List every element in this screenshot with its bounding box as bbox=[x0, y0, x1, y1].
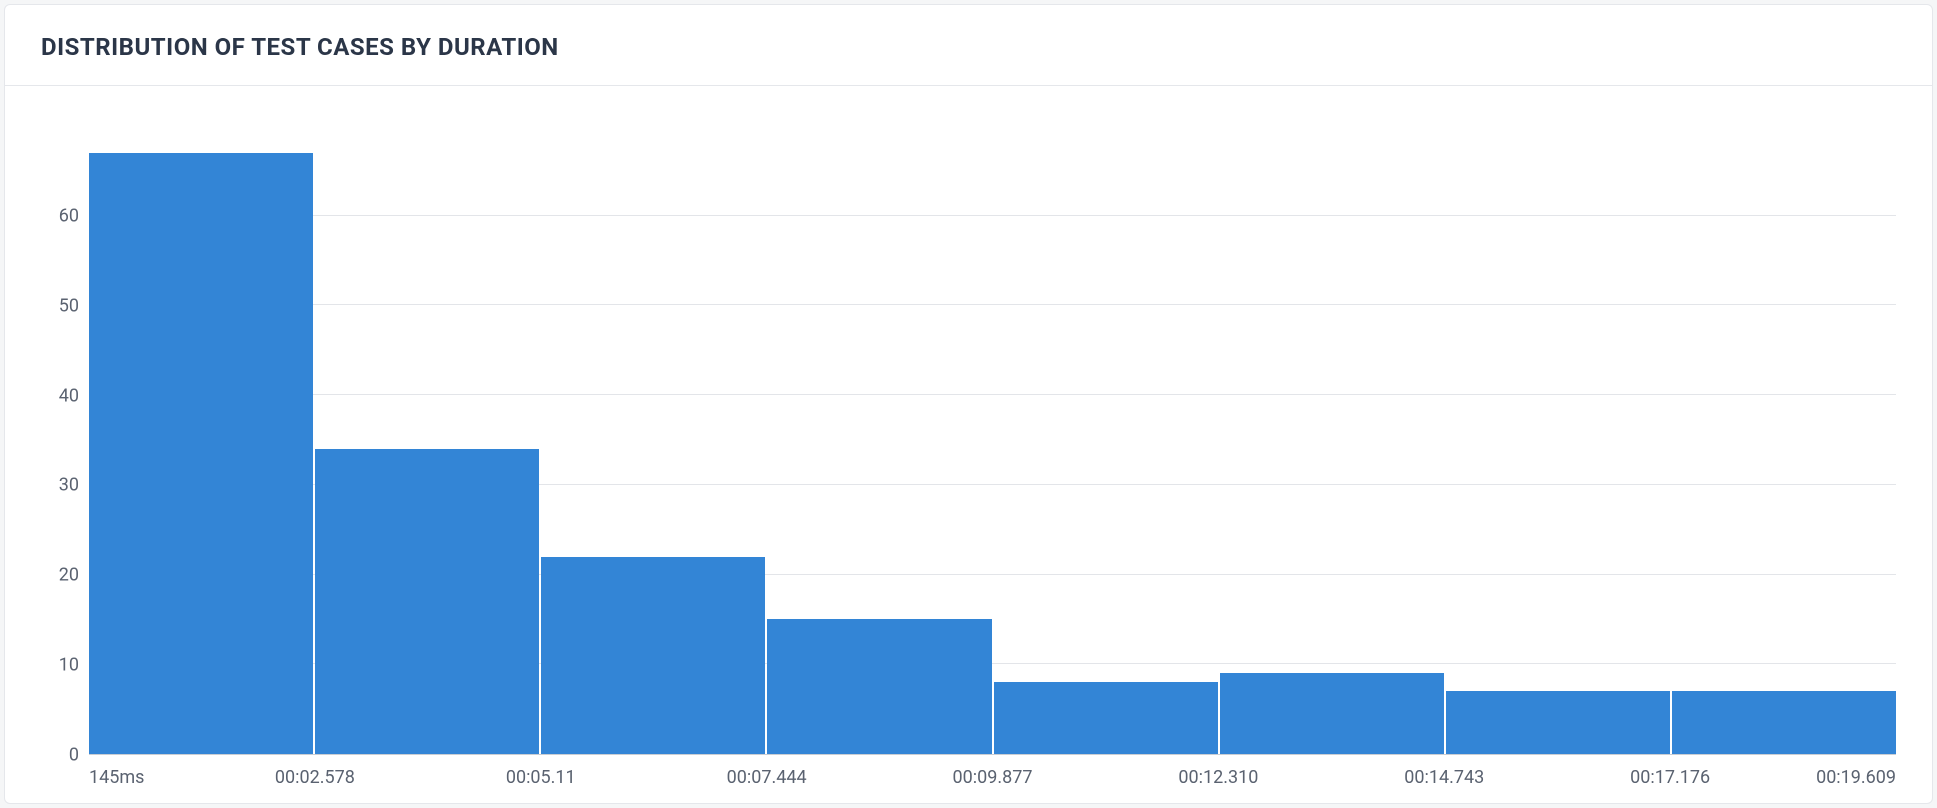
bar-slot bbox=[89, 126, 315, 754]
bar-slot bbox=[541, 126, 767, 754]
histogram-bar[interactable] bbox=[89, 153, 313, 754]
x-tick-label: 00:07.444 bbox=[727, 767, 807, 788]
x-tick-label: 00:02.578 bbox=[275, 767, 355, 788]
x-axis: 145ms00:02.57800:05.1100:07.44400:09.877… bbox=[89, 755, 1896, 767]
y-tick: 40 bbox=[59, 385, 79, 406]
histogram-bar[interactable] bbox=[1446, 691, 1670, 754]
y-tick: 0 bbox=[69, 745, 79, 766]
histogram-bar[interactable] bbox=[1672, 691, 1896, 754]
chart-area: 0102030405060 145ms00:02.57800:05.1100:0… bbox=[5, 86, 1932, 803]
histogram-bar[interactable] bbox=[541, 557, 765, 754]
histogram-bar[interactable] bbox=[1220, 673, 1444, 754]
bar-slot bbox=[994, 126, 1220, 754]
x-tick-label: 00:09.877 bbox=[953, 767, 1033, 788]
y-tick: 20 bbox=[59, 565, 79, 586]
histogram-bar[interactable] bbox=[767, 619, 991, 754]
bar-slot bbox=[767, 126, 993, 754]
x-tick-label: 00:05.11 bbox=[506, 767, 576, 788]
chart-body: 0102030405060 bbox=[41, 126, 1896, 755]
y-tick: 30 bbox=[59, 475, 79, 496]
x-tick-label: 00:12.310 bbox=[1178, 767, 1258, 788]
card-header: DISTRIBUTION OF TEST CASES BY DURATION bbox=[5, 5, 1932, 86]
y-axis: 0102030405060 bbox=[41, 126, 89, 755]
bars-container bbox=[89, 126, 1896, 754]
x-tick-label: 00:14.743 bbox=[1404, 767, 1484, 788]
y-tick: 50 bbox=[59, 295, 79, 316]
y-tick: 10 bbox=[59, 655, 79, 676]
bar-slot bbox=[1446, 126, 1672, 754]
bar-slot bbox=[1220, 126, 1446, 754]
card-title: DISTRIBUTION OF TEST CASES BY DURATION bbox=[41, 33, 1896, 61]
chart-card: DISTRIBUTION OF TEST CASES BY DURATION 0… bbox=[4, 4, 1933, 804]
histogram-bar[interactable] bbox=[994, 682, 1218, 754]
plot-area bbox=[89, 126, 1896, 755]
x-tick-label: 00:19.609 bbox=[1816, 767, 1896, 788]
x-tick-label: 00:17.176 bbox=[1630, 767, 1710, 788]
y-tick: 60 bbox=[59, 205, 79, 226]
x-tick-label: 145ms bbox=[89, 767, 144, 788]
bar-slot bbox=[315, 126, 541, 754]
bar-slot bbox=[1672, 126, 1896, 754]
histogram-bar[interactable] bbox=[315, 449, 539, 754]
